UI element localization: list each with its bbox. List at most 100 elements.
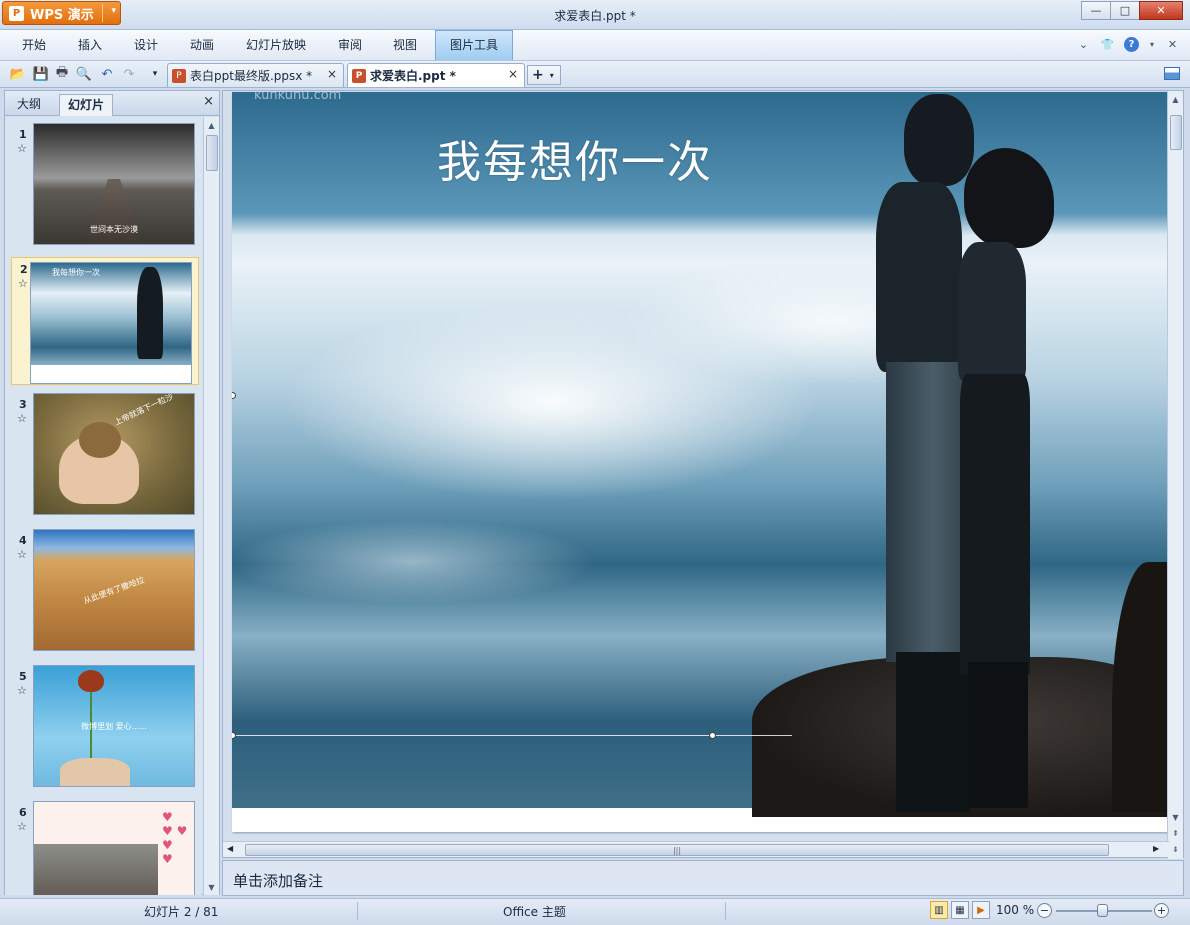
slideshow-play-icon[interactable]: ▶	[972, 901, 990, 919]
scroll-up-icon[interactable]: ▲	[204, 117, 219, 133]
close-tab-icon[interactable]: ×	[327, 67, 337, 81]
cliff-shape	[1112, 562, 1169, 812]
slide-number: 4	[19, 534, 27, 547]
slide-thumbnail[interactable]: 3 ☆ 上帝就落下一粒沙	[11, 393, 199, 521]
menu-review[interactable]: 审阅	[338, 30, 362, 60]
resize-handle-bottom[interactable]	[709, 732, 716, 739]
title-bar: P WPS 演示 ▾ 求爱表白.ppt * — □ ✕	[0, 0, 1190, 30]
thumb-caption: 上帝就落下一粒沙	[113, 393, 175, 428]
star-icon: ☆	[17, 684, 27, 697]
slide-editor: kunkunu.com 我每想你一次 ▲ ▼ ⇞ ⇟ ◀ ||| ▶	[222, 90, 1184, 859]
save-icon[interactable]: 💾	[33, 66, 49, 82]
close-panel-icon[interactable]: ×	[203, 94, 214, 109]
chevron-down-icon[interactable]: ▾	[550, 71, 554, 80]
slides-panel: 大纲 幻灯片 × 1 ☆ 世间本无沙漠 2 ☆ 我每想你一次 3 ☆ 上帝就落下…	[4, 90, 220, 895]
slide-sorter-icon[interactable]: ▦	[951, 901, 969, 919]
normal-view-icon[interactable]: ▥	[930, 901, 948, 919]
slide-title[interactable]: 我每想你一次	[437, 126, 713, 190]
photo-shape	[34, 844, 158, 895]
scroll-up-icon[interactable]: ▲	[1168, 91, 1183, 107]
panel-tabs: 大纲 幻灯片 ×	[5, 91, 219, 116]
customize-toolbar-icon[interactable]: ▾	[147, 66, 163, 82]
notes-placeholder: 单击添加备注	[233, 872, 324, 890]
menu-picture-tools[interactable]: 图片工具	[435, 30, 514, 60]
new-document-button[interactable]: + ▾	[527, 65, 561, 85]
scroll-left-icon[interactable]: ◀	[227, 844, 233, 853]
slide-preview-hearts: ♥ ♥ ♥ ♥ ♥	[33, 801, 195, 895]
slide-preview-pier: 世间本无沙漠	[33, 123, 195, 245]
couple-silhouette	[137, 267, 163, 359]
star-icon: ☆	[18, 277, 28, 290]
zoom-slider-thumb[interactable]	[1097, 904, 1108, 917]
scroll-down-icon[interactable]: ▼	[204, 879, 219, 895]
thumb-caption: 从此便有了撒哈拉	[82, 575, 146, 606]
scroll-thumb[interactable]	[1170, 115, 1182, 150]
slide-thumbnail[interactable]: 2 ☆ 我每想你一次	[11, 257, 199, 385]
star-icon: ☆	[17, 142, 27, 155]
slides-panel-scrollbar[interactable]: ▲ ▼	[203, 117, 219, 895]
editor-horizontal-scrollbar[interactable]: ◀ ||| ▶	[223, 841, 1169, 857]
status-divider	[725, 902, 726, 920]
menu-view[interactable]: 视图	[393, 30, 417, 60]
editor-vertical-scrollbar[interactable]: ▲ ▼ ⇞ ⇟	[1167, 91, 1183, 859]
tab-slides[interactable]: 幻灯片	[59, 94, 114, 116]
maximize-button[interactable]: □	[1110, 1, 1140, 20]
scroll-right-icon[interactable]: ▶	[1153, 844, 1159, 853]
redo-icon[interactable]: ↷	[121, 66, 137, 82]
close-tab-icon[interactable]: ×	[508, 67, 518, 81]
slide-thumbnail-list: 1 ☆ 世间本无沙漠 2 ☆ 我每想你一次 3 ☆ 上帝就落下一粒沙 4 ☆ 从…	[5, 117, 202, 895]
scroll-thumb[interactable]	[206, 135, 218, 171]
minimize-button[interactable]: —	[1081, 1, 1111, 20]
ppt-file-icon: P	[352, 68, 366, 83]
slide-number: 6	[19, 806, 27, 819]
close-window-button[interactable]: ✕	[1139, 1, 1183, 20]
menu-design[interactable]: 设计	[134, 30, 158, 60]
open-folder-icon[interactable]: 📂	[10, 66, 26, 82]
doc-tab-final-ppsx[interactable]: P 表白ppt最终版.ppsx * ×	[167, 63, 344, 87]
help-dropdown-icon[interactable]: ▾	[1148, 37, 1156, 52]
menu-home[interactable]: 开始	[22, 30, 46, 60]
heart-balloon-shape	[78, 670, 104, 692]
doc-tab-label: 求爱表白.ppt *	[370, 69, 456, 83]
current-slide[interactable]: kunkunu.com 我每想你一次	[232, 92, 1169, 832]
slide-thumbnail[interactable]: 5 ☆ 微博里划 爱心......	[11, 665, 199, 793]
close-doc-icon[interactable]: ✕	[1165, 37, 1180, 52]
slide-preview-couple: 我每想你一次	[30, 262, 192, 384]
slide-background-photo[interactable]: kunkunu.com 我每想你一次	[232, 92, 1169, 817]
resize-handle-left[interactable]	[232, 392, 236, 399]
zoom-out-icon[interactable]: −	[1037, 903, 1052, 918]
zoom-in-icon[interactable]: +	[1154, 903, 1169, 918]
hearts-decoration: ♥ ♥ ♥ ♥ ♥	[162, 810, 188, 866]
window-controls: — □ ✕	[1081, 1, 1183, 20]
print-icon[interactable]: 🖶	[54, 65, 70, 82]
collapse-ribbon-icon[interactable]: ⌄	[1076, 37, 1091, 52]
slide-thumbnail[interactable]: 4 ☆ 从此便有了撒哈拉	[11, 529, 199, 657]
menu-slideshow[interactable]: 幻灯片放映	[246, 30, 306, 60]
tab-outline[interactable]: 大纲	[9, 94, 49, 116]
previous-slide-icon[interactable]: ⇞	[1168, 825, 1183, 841]
window-layout-icon[interactable]	[1164, 67, 1180, 80]
next-slide-icon[interactable]: ⇟	[1168, 841, 1183, 857]
star-icon: ☆	[17, 548, 27, 561]
image-watermark: kunkunu.com	[254, 92, 342, 103]
slide-thumbnail[interactable]: 1 ☆ 世间本无沙漠	[11, 123, 199, 251]
zoom-level: 100 %	[996, 903, 1035, 917]
scroll-thumb[interactable]: |||	[245, 844, 1109, 856]
menu-animation[interactable]: 动画	[190, 30, 214, 60]
slide-preview-desert: 从此便有了撒哈拉	[33, 529, 195, 651]
menu-right-icons: ⌄ 👕 ? ▾ ✕	[1076, 37, 1180, 52]
skin-shirt-icon[interactable]: 👕	[1100, 37, 1115, 52]
menu-insert[interactable]: 插入	[78, 30, 102, 60]
ppt-file-icon: P	[172, 68, 186, 83]
star-icon: ☆	[17, 820, 27, 833]
theme-name: Office 主题	[503, 905, 566, 919]
print-preview-icon[interactable]: 🔍	[76, 66, 92, 82]
plus-icon: +	[532, 67, 544, 83]
doc-tab-current-ppt[interactable]: P 求爱表白.ppt * ×	[347, 63, 525, 87]
resize-handle-bottom-left[interactable]	[232, 732, 236, 739]
scroll-down-icon[interactable]: ▼	[1168, 809, 1183, 825]
notes-pane[interactable]: 单击添加备注	[222, 860, 1184, 896]
help-icon[interactable]: ?	[1124, 37, 1139, 52]
undo-icon[interactable]: ↶	[99, 66, 115, 82]
slide-thumbnail[interactable]: 6 ☆ ♥ ♥ ♥ ♥ ♥	[11, 801, 199, 895]
